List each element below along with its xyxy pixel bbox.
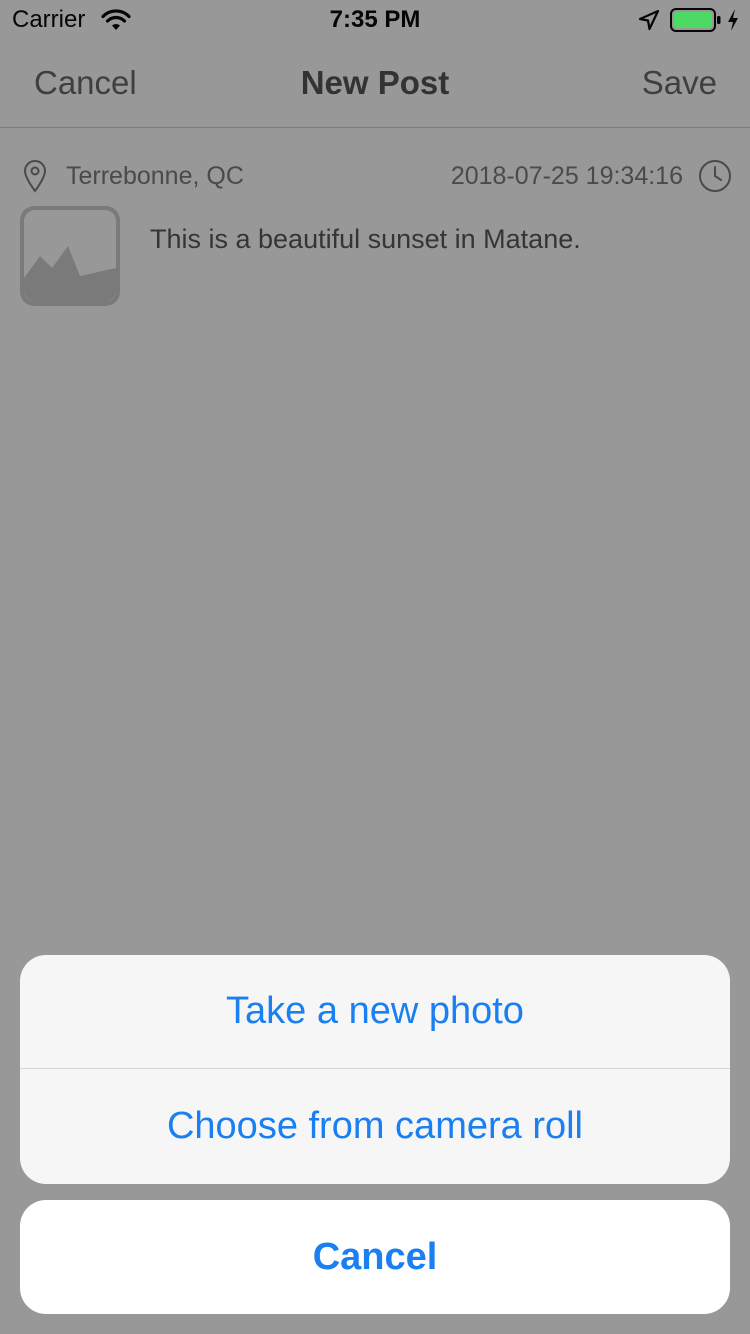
page-title: New Post bbox=[300, 64, 450, 101]
pin-icon bbox=[23, 160, 47, 193]
nav-bar: Cancel New Post Save bbox=[0, 40, 750, 128]
clock-icon[interactable] bbox=[698, 159, 732, 193]
take-photo-button[interactable]: Take a new photo bbox=[20, 955, 730, 1069]
charging-icon bbox=[728, 9, 738, 31]
action-sheet: Take a new photo Choose from camera roll bbox=[20, 955, 730, 1184]
photo-placeholder-icon bbox=[20, 206, 120, 306]
post-text[interactable]: This is a beautiful sunset in Matane. bbox=[150, 224, 581, 255]
save-button[interactable]: Save bbox=[642, 64, 717, 102]
status-bar: Carrier 7:35 PM bbox=[0, 0, 750, 40]
location-arrow-icon bbox=[638, 9, 660, 31]
location-label[interactable]: Terrebonne, QC bbox=[66, 162, 244, 191]
choose-camera-roll-button[interactable]: Choose from camera roll bbox=[20, 1069, 730, 1184]
post-meta-row: Terrebonne, QC 2018-07-25 19:34:16 bbox=[0, 150, 750, 200]
action-sheet-cancel-button[interactable]: Cancel bbox=[20, 1200, 730, 1314]
datetime-label[interactable]: 2018-07-25 19:34:16 bbox=[451, 162, 683, 191]
photo-placeholder[interactable] bbox=[20, 206, 120, 306]
battery-icon bbox=[670, 8, 721, 32]
